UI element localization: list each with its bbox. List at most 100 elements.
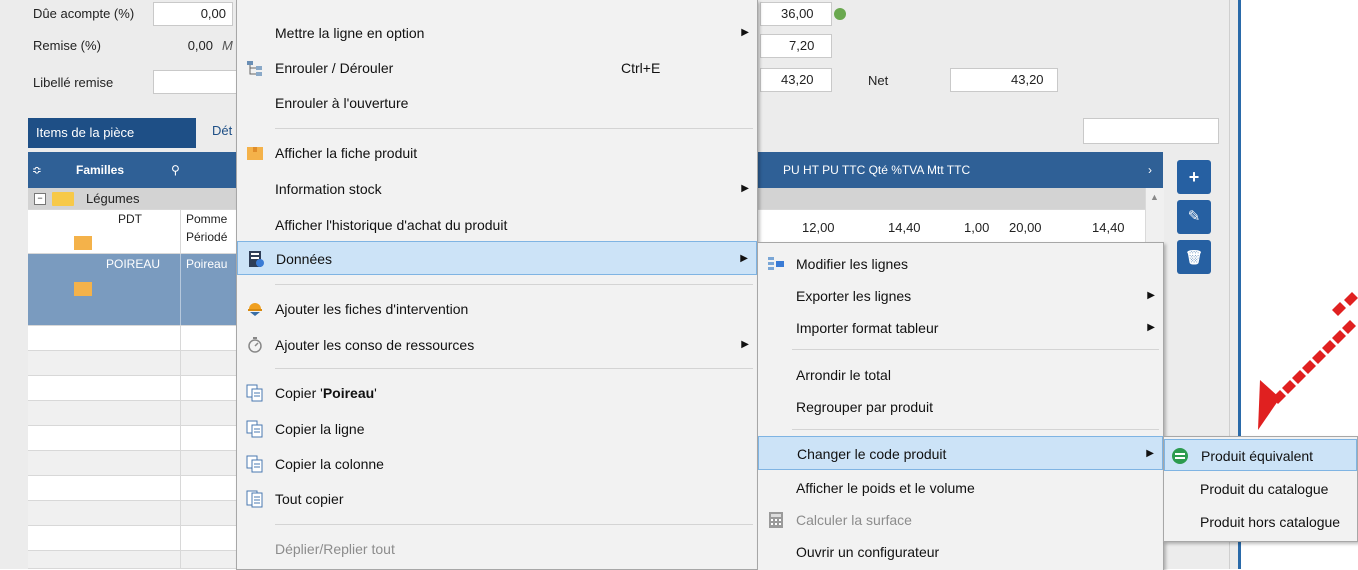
submenu-item-importer-tableur[interactable]: Importer format tableur ▶ bbox=[758, 311, 1163, 345]
worker-icon bbox=[248, 303, 262, 316]
submenu-item-exporter-lignes[interactable]: Exporter les lignes ▶ bbox=[758, 279, 1163, 313]
product-icon bbox=[74, 282, 92, 296]
box-icon bbox=[247, 147, 263, 160]
submenu-item-changer-code[interactable]: Changer le code produit ▶ bbox=[758, 436, 1163, 470]
menu-item-copier-poireau[interactable]: Copier 'Poireau' bbox=[237, 376, 757, 410]
header-familles[interactable]: Familles bbox=[76, 152, 124, 188]
submenu-item-arrondir-total[interactable]: Arrondir le total bbox=[758, 358, 1163, 392]
submenu-item-regrouper-produit[interactable]: Regrouper par produit bbox=[758, 390, 1163, 424]
menu-item-enrouler-ouverture[interactable]: Enrouler à l'ouverture bbox=[237, 86, 757, 120]
acompte-field[interactable]: 0,00 bbox=[153, 2, 233, 26]
filter-icon[interactable]: ⚲ bbox=[171, 152, 180, 188]
acompte-label: Dûe acompte (%) bbox=[33, 6, 135, 21]
net-value: 43,20 bbox=[1011, 72, 1044, 87]
net-field: 43,20 bbox=[950, 68, 1058, 92]
green-status-icon bbox=[834, 8, 846, 20]
menu-item-information-stock[interactable]: Information stock ▶ bbox=[237, 172, 757, 206]
calculator-icon bbox=[769, 512, 783, 528]
total3-value: 43,20 bbox=[781, 72, 814, 87]
data-icon bbox=[249, 251, 264, 267]
submenu-item-calculer-surface[interactable]: Calculer la surface bbox=[758, 503, 1163, 537]
chevron-right-icon: ▶ bbox=[1147, 290, 1155, 301]
tree-icon bbox=[247, 61, 262, 76]
libelle-label: Libellé remise bbox=[33, 75, 114, 90]
add-icon[interactable]: + bbox=[1177, 160, 1211, 194]
submenu-donnees: Modifier les lignes Exporter les lignes … bbox=[757, 242, 1164, 570]
total3-field: 43,20 bbox=[760, 68, 832, 92]
delete-icon[interactable]: 🗑 bbox=[1177, 240, 1211, 274]
row-pu-ttc: 14,40 bbox=[888, 220, 921, 235]
col-divider bbox=[180, 210, 181, 253]
tab-items[interactable]: Items de la pièce bbox=[28, 118, 196, 148]
chevron-right-icon: ▶ bbox=[741, 183, 749, 194]
total1-field: 36,00 bbox=[760, 2, 832, 26]
submenu-item-produit-equivalent[interactable]: Produit équivalent bbox=[1164, 439, 1357, 471]
menu-item-copier-colonne[interactable]: Copier la colonne bbox=[237, 447, 757, 481]
tab-detail[interactable]: Dét bbox=[212, 118, 232, 148]
context-menu: Mettre la ligne en option ▶ Enrouler / D… bbox=[236, 0, 758, 570]
libelle-field[interactable] bbox=[153, 70, 237, 94]
edit-lines-icon bbox=[768, 257, 784, 270]
remise-field[interactable]: 0,00 bbox=[153, 34, 213, 58]
row-desc2: Périodé bbox=[186, 230, 228, 244]
submenu-item-configurateur[interactable]: Ouvrir un configurateur bbox=[758, 535, 1163, 569]
copy-icon bbox=[246, 384, 263, 402]
scroll-up-icon[interactable]: ▲ bbox=[1150, 192, 1159, 202]
copy-all-icon bbox=[246, 490, 263, 508]
menu-item-fiches-intervention[interactable]: Ajouter les fiches d'intervention bbox=[237, 292, 757, 326]
submenu-item-produit-hors-catalogue[interactable]: Produit hors catalogue bbox=[1164, 506, 1357, 538]
net-label: Net bbox=[868, 73, 889, 88]
acompte-value: 0,00 bbox=[200, 6, 226, 21]
menu-item-fiche-produit[interactable]: Afficher la fiche produit bbox=[237, 136, 757, 170]
remise-m-label: M bbox=[222, 38, 233, 53]
menu-separator bbox=[275, 368, 753, 369]
sort-icon[interactable]: ≎ bbox=[32, 152, 42, 188]
menu-separator bbox=[275, 524, 753, 525]
row-pu-ht: 12,00 bbox=[802, 220, 835, 235]
row-mtt: 14,40 bbox=[1092, 220, 1125, 235]
row-code: PDT bbox=[118, 212, 142, 226]
menu-item-conso-ressources[interactable]: Ajouter les conso de ressources ▶ bbox=[237, 328, 757, 362]
submenu-item-poids-volume[interactable]: Afficher le poids et le volume bbox=[758, 471, 1163, 505]
total1-value: 36,00 bbox=[781, 6, 814, 21]
total2-value: 7,20 bbox=[789, 38, 815, 53]
equivalent-icon bbox=[1172, 448, 1188, 464]
chevron-right-icon: ▶ bbox=[1146, 448, 1154, 459]
copy-icon bbox=[246, 420, 263, 438]
menu-item-tout-copier[interactable]: Tout copier bbox=[237, 482, 757, 516]
menu-item-historique-achat[interactable]: Afficher l'historique d'achat du produit bbox=[237, 208, 757, 242]
submenu-item-modifier-lignes[interactable]: Modifier les lignes bbox=[758, 247, 1163, 281]
edit-icon[interactable]: ✎ bbox=[1177, 200, 1211, 234]
product-icon bbox=[74, 236, 92, 250]
chevron-right-icon: ▶ bbox=[741, 339, 749, 350]
submenu-changer-code: Produit équivalent Produit du catalogue … bbox=[1163, 436, 1358, 542]
copy-icon bbox=[246, 455, 263, 473]
header-right-columns[interactable]: PU HT PU TTC Qté %TVA Mtt TTC bbox=[783, 152, 970, 188]
menu-separator bbox=[275, 284, 753, 285]
chevron-right-icon: ▶ bbox=[741, 27, 749, 38]
menu-item-donnees[interactable]: Données ▶ bbox=[237, 241, 757, 275]
menu-item-option[interactable]: Mettre la ligne en option ▶ bbox=[237, 16, 757, 50]
collapse-icon[interactable]: − bbox=[34, 193, 46, 205]
remise-value: 0,00 bbox=[187, 38, 213, 53]
row-code: POIREAU bbox=[106, 257, 161, 271]
menu-item-deplier-replier[interactable]: Déplier/Replier tout bbox=[237, 532, 757, 566]
col-divider bbox=[180, 254, 181, 325]
submenu-item-produit-catalogue[interactable]: Produit du catalogue bbox=[1164, 473, 1357, 505]
submenu-separator bbox=[792, 429, 1159, 430]
annotation-arrow-icon bbox=[1258, 292, 1358, 430]
row-tva: 20,00 bbox=[1009, 220, 1042, 235]
chevron-right-icon: ▶ bbox=[740, 253, 748, 264]
menu-item-copier-ligne[interactable]: Copier la ligne bbox=[237, 412, 757, 446]
menu-separator bbox=[275, 128, 753, 129]
scroll-right-icon[interactable]: › bbox=[1148, 152, 1152, 188]
timer-icon bbox=[248, 337, 262, 353]
chevron-right-icon: ▶ bbox=[1147, 322, 1155, 333]
row-desc: Pomme bbox=[186, 212, 228, 226]
total2-field: 7,20 bbox=[760, 34, 832, 58]
search-field[interactable] bbox=[1083, 118, 1219, 144]
row-desc: Poireau bbox=[186, 257, 228, 271]
menu-item-enrouler[interactable]: Enrouler / Dérouler Ctrl+E bbox=[237, 51, 757, 85]
folder-icon bbox=[52, 192, 74, 206]
remise-label: Remise (%) bbox=[33, 38, 101, 53]
